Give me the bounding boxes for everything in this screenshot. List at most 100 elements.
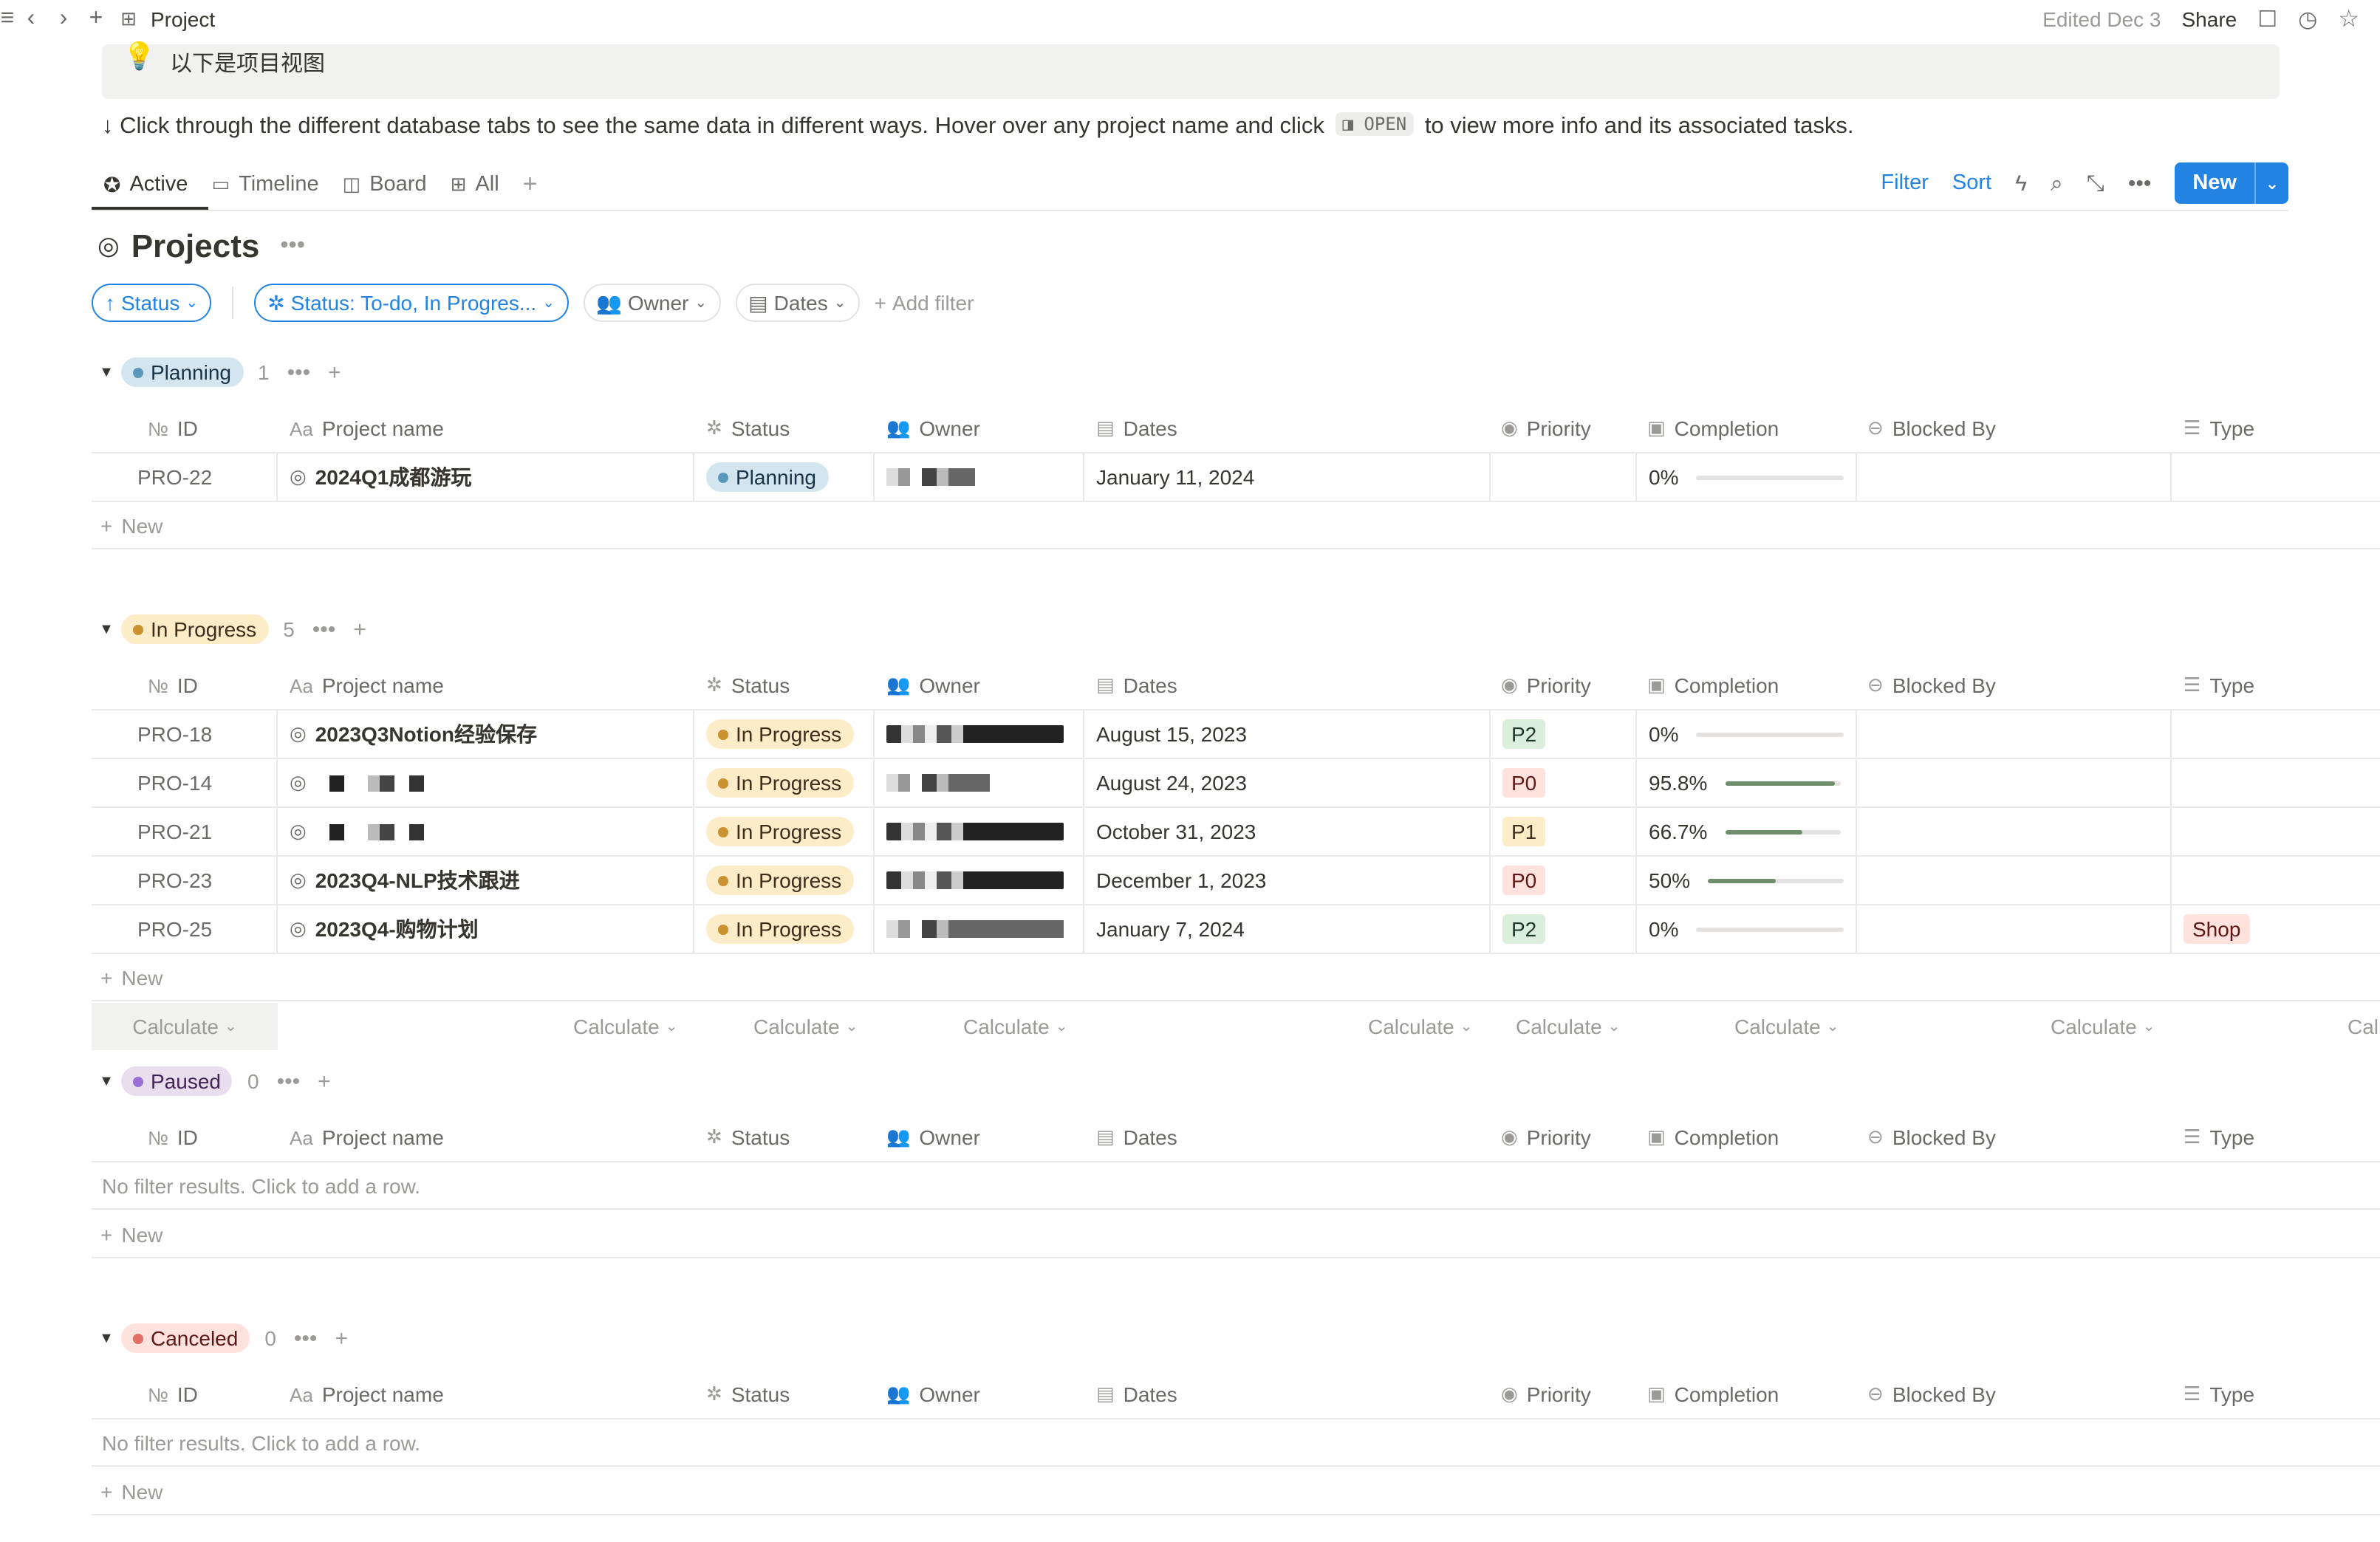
table-row[interactable]: PRO-18 ◎ 2023Q3Notion经验保存 In Progress Aug… <box>92 710 2380 759</box>
group-more-icon[interactable]: ••• <box>294 1326 318 1351</box>
cell-id[interactable]: PRO-23 <box>92 857 278 904</box>
new-button-label[interactable]: New <box>2175 162 2254 204</box>
back-icon[interactable]: ‹ <box>15 3 47 35</box>
cell-status[interactable]: In Progress <box>694 857 875 904</box>
cell-owner[interactable] <box>875 905 1084 953</box>
collapse-triangle-icon[interactable]: ▼ <box>92 364 121 380</box>
calculate-name[interactable]: Calculate ⌄ <box>573 1003 678 1050</box>
cell-dates[interactable]: October 31, 2023 <box>1084 808 1491 855</box>
col-status[interactable]: ✲ Status <box>706 1114 854 1161</box>
cell-blocked-by[interactable] <box>1857 453 2172 501</box>
cell-type[interactable] <box>2172 453 2380 501</box>
cell-owner[interactable] <box>875 808 1084 855</box>
database-more-icon[interactable]: ••• <box>280 233 305 260</box>
col-id[interactable]: № ID <box>148 1114 266 1161</box>
group-add-icon[interactable]: + <box>328 360 341 385</box>
col-project-name[interactable]: Aa Project name <box>290 1371 585 1418</box>
comments-icon[interactable]: ☐ <box>2257 6 2277 32</box>
status-filter-chip[interactable]: ✲ Status: To-do, In Progres... ⌄ <box>254 284 568 322</box>
cell-owner[interactable] <box>875 857 1084 904</box>
col-priority[interactable]: ◉ Priority <box>1501 1114 1634 1161</box>
cell-type[interactable] <box>2172 808 2380 855</box>
cell-dates[interactable]: January 11, 2024 <box>1084 453 1491 501</box>
cell-status[interactable]: In Progress <box>694 808 875 855</box>
col-owner[interactable]: 👥 Owner <box>886 1114 1034 1161</box>
col-owner[interactable]: 👥 Owner <box>886 405 1034 452</box>
cell-id[interactable]: PRO-18 <box>92 710 278 758</box>
favorite-star-icon[interactable]: ☆ <box>2338 4 2359 34</box>
cell-completion[interactable]: 50% <box>1637 857 1857 904</box>
table-row[interactable]: PRO-22 ◎ 2024Q1成都游玩 Planning January 11, … <box>92 453 2380 502</box>
col-completion[interactable]: ▣ Completion <box>1647 405 1839 452</box>
table-row[interactable]: PRO-21 ◎ In Progress October 31, 2023 P1… <box>92 808 2380 857</box>
cell-owner[interactable] <box>875 710 1084 758</box>
cell-dates[interactable]: January 7, 2024 <box>1084 905 1491 953</box>
group-more-icon[interactable]: ••• <box>312 617 336 642</box>
empty-state-row[interactable]: No filter results. Click to add a row. <box>92 1162 2380 1210</box>
cell-priority[interactable]: P2 <box>1491 710 1637 758</box>
table-row[interactable]: PRO-25 ◎ 2023Q4-购物计划 In Progress January … <box>92 905 2380 954</box>
cell-blocked-by[interactable] <box>1857 857 2172 904</box>
project-name[interactable]: 2023Q3Notion经验保存 <box>315 719 537 749</box>
cell-owner[interactable] <box>875 759 1084 806</box>
cell-name[interactable]: ◎ <box>278 759 694 806</box>
col-completion[interactable]: ▣ Completion <box>1647 1371 1839 1418</box>
chevron-down-icon[interactable]: ⌄ <box>2254 162 2288 204</box>
sort-chip[interactable]: ↑ Status ⌄ <box>92 284 212 322</box>
col-status[interactable]: ✲ Status <box>706 405 854 452</box>
add-view-button[interactable]: + <box>511 160 550 210</box>
cell-blocked-by[interactable] <box>1857 808 2172 855</box>
col-owner[interactable]: 👥 Owner <box>886 662 1034 709</box>
add-row-button[interactable]: + New <box>92 502 2380 549</box>
calculate-id[interactable]: Calculate ⌄ <box>92 1003 278 1050</box>
col-priority[interactable]: ◉ Priority <box>1501 1371 1634 1418</box>
calculate-status[interactable]: Calculate ⌄ <box>753 1003 858 1050</box>
cell-completion[interactable]: 66.7% <box>1637 808 1857 855</box>
col-priority[interactable]: ◉ Priority <box>1501 662 1634 709</box>
expand-icon[interactable]: ⤡ <box>2087 171 2104 196</box>
cell-priority[interactable]: P0 <box>1491 759 1637 806</box>
cell-blocked-by[interactable] <box>1857 759 2172 806</box>
cell-name[interactable]: ◎ 2023Q3Notion经验保存 <box>278 710 694 758</box>
empty-state-row[interactable]: No filter results. Click to add a row. <box>92 1419 2380 1467</box>
project-name[interactable]: 2024Q1成都游玩 <box>315 462 472 492</box>
cell-blocked-by[interactable] <box>1857 710 2172 758</box>
table-row[interactable]: PRO-14 ◎ In Progress August 24, 2023 P0 … <box>92 759 2380 808</box>
col-status[interactable]: ✲ Status <box>706 1371 854 1418</box>
col-type[interactable]: ☰ Type <box>2184 1114 2316 1161</box>
col-completion[interactable]: ▣ Completion <box>1647 1114 1839 1161</box>
col-blocked-by[interactable]: ⊖ Blocked By <box>1867 662 2045 709</box>
cell-type[interactable] <box>2172 710 2380 758</box>
group-add-icon[interactable]: + <box>318 1069 331 1094</box>
cell-dates[interactable]: August 15, 2023 <box>1084 710 1491 758</box>
group-more-icon[interactable]: ••• <box>287 360 311 385</box>
col-dates[interactable]: ▤ Dates <box>1096 405 1244 452</box>
add-row-button[interactable]: + New <box>92 1468 2380 1515</box>
project-name-redacted[interactable] <box>315 775 463 791</box>
cell-completion[interactable]: 0% <box>1637 710 1857 758</box>
automation-bolt-icon[interactable]: ϟ <box>2015 171 2027 196</box>
col-project-name[interactable]: Aa Project name <box>290 662 585 709</box>
group-more-icon[interactable]: ••• <box>277 1069 301 1094</box>
col-completion[interactable]: ▣ Completion <box>1647 662 1839 709</box>
collapse-triangle-icon[interactable]: ▼ <box>92 1073 121 1089</box>
cell-name[interactable]: ◎ 2023Q4-NLP技术跟进 <box>278 857 694 904</box>
col-dates[interactable]: ▤ Dates <box>1096 662 1244 709</box>
cell-name[interactable]: ◎ 2023Q4-购物计划 <box>278 905 694 953</box>
tab-timeline[interactable]: ▭ Timeline <box>199 160 330 210</box>
col-type[interactable]: ☰ Type <box>2184 1371 2316 1418</box>
cell-name[interactable]: ◎ <box>278 808 694 855</box>
calculate-dates[interactable]: Calculate ⌄ <box>1368 1003 1473 1050</box>
calculate-type[interactable]: Cal <box>2347 1003 2380 1050</box>
sort-button[interactable]: Sort <box>1952 171 1991 195</box>
cell-type[interactable] <box>2172 857 2380 904</box>
sidebar-menu-icon[interactable]: ≡ <box>0 3 15 35</box>
tab-board[interactable]: ◫ Board <box>331 160 439 210</box>
col-project-name[interactable]: Aa Project name <box>290 405 585 452</box>
add-row-button[interactable]: + New <box>92 954 2380 1001</box>
col-blocked-by[interactable]: ⊖ Blocked By <box>1867 405 2045 452</box>
group-add-icon[interactable]: + <box>353 617 366 642</box>
add-filter-button[interactable]: + Add filter <box>875 291 974 315</box>
project-name[interactable]: 2023Q4-购物计划 <box>315 914 479 944</box>
cell-id[interactable]: PRO-25 <box>92 905 278 953</box>
